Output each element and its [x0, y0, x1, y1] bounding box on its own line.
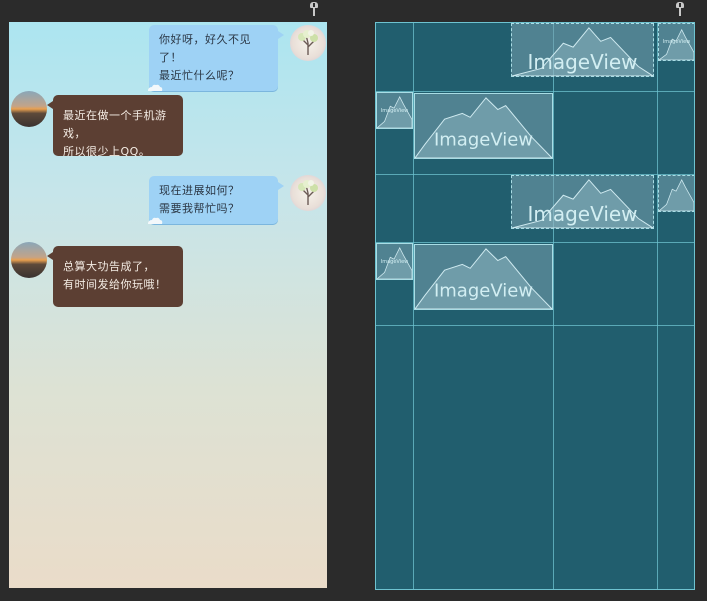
message-line: 总算大功告成了，	[63, 260, 155, 273]
imageview-placeholder[interactable]: ImageView	[414, 93, 553, 159]
imageview-label: ImageView	[380, 107, 409, 114]
imageview-label: ImageView	[433, 129, 534, 151]
cloud-icon	[148, 84, 163, 91]
message-bubble-outgoing[interactable]: 你好呀，好久不见了！ 最近忙什么呢？	[148, 25, 284, 91]
blueprint-preview[interactable]: ImageView ImageView ImageView ImageView …	[375, 22, 695, 590]
message-bubble-incoming[interactable]: 最近在做一个手机游戏， 所以很少上QQ。	[47, 95, 183, 158]
message-bubble-outgoing[interactable]: 现在进展如何？ 需要我帮忙吗？	[148, 176, 284, 224]
imageview-label: ImageView	[527, 202, 638, 226]
design-preview[interactable]: 你好呀，好久不见了！ 最近忙什么呢？ 最近在做一个手机游戏， 所以很少上QQ。 …	[9, 22, 327, 588]
imageview-placeholder[interactable]: ImageView	[414, 244, 553, 310]
imageview-label: ImageView	[662, 39, 691, 45]
tree-blossom-avatar	[290, 175, 326, 211]
layout-guide	[657, 23, 658, 589]
layout-guide	[553, 23, 554, 589]
message-bubble-incoming[interactable]: 总算大功告成了， 有时间发给你玩哦！	[47, 246, 183, 307]
message-line: 有时间发给你玩哦！	[63, 278, 167, 291]
message-line: 最近在做一个手机游戏，	[63, 109, 167, 140]
imageview-label: ImageView	[380, 258, 409, 265]
imageview-label: ImageView	[433, 280, 534, 302]
message-line: 你好呀，好久不见了！	[159, 33, 251, 64]
pin-icon[interactable]	[309, 2, 319, 16]
sunset-avatar	[11, 91, 47, 127]
pin-icon[interactable]	[675, 2, 685, 16]
layout-guide	[376, 242, 694, 243]
layout-guide	[376, 91, 694, 92]
message-line: 需要我帮忙吗？	[159, 202, 240, 215]
imageview-label: ImageView	[527, 50, 638, 74]
tree-blossom-avatar	[290, 25, 326, 61]
message-line: 最近忙什么呢？	[159, 69, 240, 82]
sunset-avatar	[11, 242, 47, 278]
cloud-icon	[148, 217, 163, 224]
imageview-placeholder[interactable]: ImageView	[376, 92, 413, 129]
imageview-placeholder[interactable]: ImageView	[511, 23, 654, 77]
imageview-placeholder[interactable]	[658, 175, 694, 212]
message-line: 所以很少上QQ。	[63, 145, 151, 158]
layout-guide	[376, 325, 694, 326]
imageview-placeholder[interactable]: ImageView	[511, 175, 654, 229]
imageview-placeholder[interactable]: ImageView	[376, 243, 413, 280]
message-line: 现在进展如何？	[159, 184, 240, 197]
imageview-placeholder[interactable]: ImageView	[658, 23, 694, 61]
